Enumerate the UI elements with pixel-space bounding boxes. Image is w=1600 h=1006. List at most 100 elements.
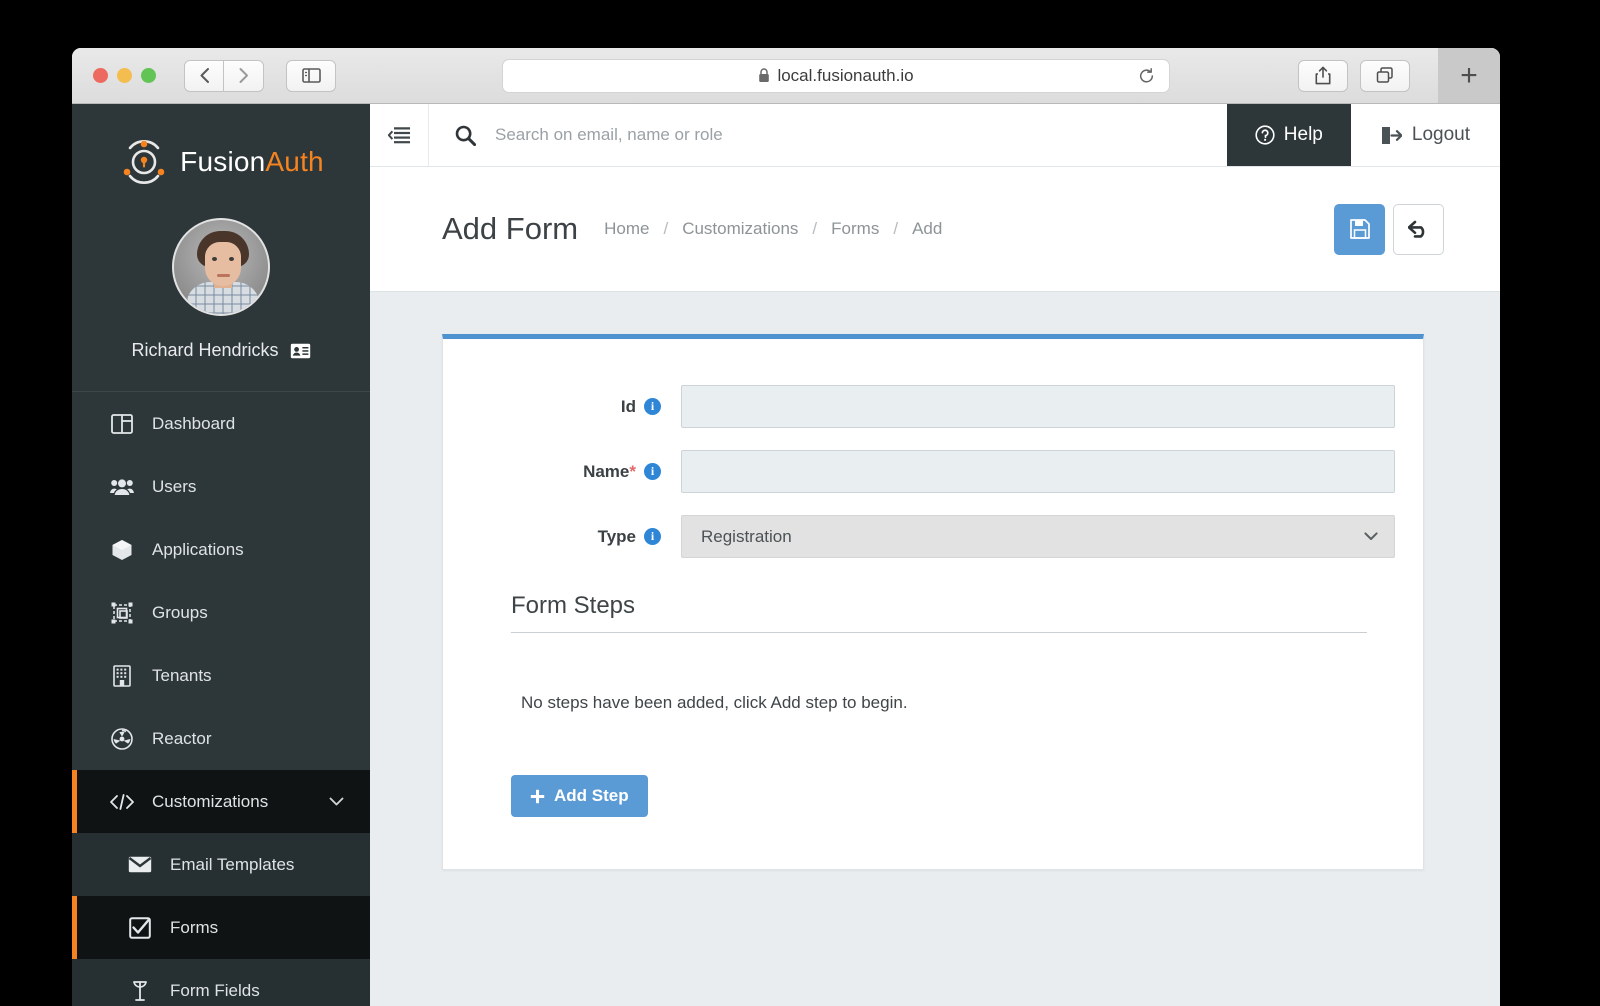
toolbar-right-buttons xyxy=(1298,59,1410,92)
form-field-icon xyxy=(127,980,153,1002)
sidebar-item-applications[interactable]: Applications xyxy=(72,518,370,581)
add-step-button[interactable]: Add Step xyxy=(511,775,648,817)
id-input[interactable] xyxy=(681,385,1395,428)
type-select[interactable]: Registration xyxy=(681,515,1395,558)
name-input[interactable] xyxy=(681,450,1395,493)
minimize-window-button[interactable] xyxy=(117,68,132,83)
sidebar-item-label: Applications xyxy=(152,539,244,559)
field-label-text: Type xyxy=(597,526,636,546)
checkbox-icon xyxy=(127,916,153,939)
breadcrumb: Home / Customizations / Forms / Add xyxy=(604,219,942,239)
sidebar-item-label: Form Fields xyxy=(170,980,260,1000)
breadcrumb-separator: / xyxy=(812,219,818,238)
top-bar: Search on email, name or role Help Logou… xyxy=(370,104,1500,167)
hamburger-icon[interactable] xyxy=(370,104,429,166)
info-icon[interactable]: i xyxy=(644,463,661,480)
breadcrumb-item-customizations[interactable]: Customizations xyxy=(682,219,798,239)
type-select-value: Registration xyxy=(701,526,792,546)
field-row-id: Id i xyxy=(443,385,1395,428)
share-icon[interactable] xyxy=(1298,59,1348,92)
search-input[interactable]: Search on email, name or role xyxy=(429,104,1227,166)
sidebar-item-forms[interactable]: Forms xyxy=(72,896,370,959)
question-circle-icon xyxy=(1255,125,1275,145)
fusionauth-mark-icon xyxy=(123,140,165,184)
help-label: Help xyxy=(1283,124,1323,145)
new-tab-button[interactable]: + xyxy=(1438,48,1500,103)
sidebar-item-label: Tenants xyxy=(152,665,212,685)
field-row-type: Type i Registration xyxy=(443,515,1395,558)
close-window-button[interactable] xyxy=(93,68,108,83)
field-label-name: Name* i xyxy=(443,462,681,482)
sidebar-item-groups[interactable]: Groups xyxy=(72,581,370,644)
chevron-down-icon xyxy=(1364,532,1378,541)
sidebar-item-customizations[interactable]: Customizations xyxy=(72,770,370,833)
save-floppy-icon xyxy=(1349,219,1370,239)
field-label-type: Type i xyxy=(443,527,681,547)
forward-button[interactable] xyxy=(224,59,264,92)
sidebar-item-label: Forms xyxy=(170,917,219,937)
breadcrumb-item-forms[interactable]: Forms xyxy=(831,219,879,239)
search-placeholder: Search on email, name or role xyxy=(495,125,723,144)
sidebar-item-users[interactable]: Users xyxy=(72,455,370,518)
main-area: Search on email, name or role Help Logou… xyxy=(370,104,1500,1006)
add-step-label: Add Step xyxy=(554,786,629,805)
breadcrumb-item-home[interactable]: Home xyxy=(604,219,649,239)
save-button[interactable] xyxy=(1334,203,1385,255)
browser-window: local.fusionauth.io + FusionAuth Richard… xyxy=(72,48,1500,1006)
avatar-wrapper xyxy=(72,218,370,316)
field-label-text: Id xyxy=(620,396,636,416)
url-text: local.fusionauth.io xyxy=(777,65,914,85)
sidebar-item-label: Dashboard xyxy=(152,413,236,433)
back-button[interactable] xyxy=(184,59,224,92)
info-icon[interactable]: i xyxy=(644,528,661,545)
page-header: Add Form Home / Customizations / Forms /… xyxy=(370,167,1500,292)
form-steps-heading: Form Steps xyxy=(511,592,1367,633)
sidebar-item-email-templates[interactable]: Email Templates xyxy=(72,833,370,896)
sidebar-item-reactor[interactable]: Reactor xyxy=(72,707,370,770)
brand-logo[interactable]: FusionAuth xyxy=(72,104,370,194)
sidebar-item-tenants[interactable]: Tenants xyxy=(72,644,370,707)
dashboard-icon xyxy=(109,413,135,434)
sidebar-item-label: Email Templates xyxy=(170,854,295,874)
sidebar-item-label: Customizations xyxy=(152,791,269,811)
reload-icon[interactable] xyxy=(1138,67,1155,84)
sidebar: FusionAuth Richard Hendricks Dashboard U… xyxy=(72,104,370,1006)
logout-icon xyxy=(1381,126,1402,145)
avatar[interactable] xyxy=(172,218,270,316)
field-row-name: Name* i xyxy=(443,450,1395,493)
form-card: Id i Name* i Type i Registration Form St… xyxy=(442,334,1424,870)
sidebar-item-form-fields[interactable]: Form Fields xyxy=(72,959,370,1006)
field-label-text: Name* xyxy=(583,461,636,481)
help-button[interactable]: Help xyxy=(1226,104,1351,166)
search-icon xyxy=(455,125,476,146)
window-controls xyxy=(93,68,156,83)
navigation-buttons xyxy=(184,59,264,92)
back-button[interactable] xyxy=(1393,203,1444,255)
user-name-row[interactable]: Richard Hendricks xyxy=(72,316,370,391)
sidebar-item-label: Reactor xyxy=(152,728,212,748)
users-icon xyxy=(109,478,135,496)
brand-auth: Auth xyxy=(265,146,324,177)
groups-icon xyxy=(109,602,135,624)
show-tabs-icon[interactable] xyxy=(1360,59,1410,92)
required-marker: * xyxy=(629,461,636,481)
page-title: Add Form xyxy=(442,211,579,246)
code-icon xyxy=(109,793,135,810)
tenants-icon xyxy=(109,664,135,687)
info-icon[interactable]: i xyxy=(644,398,661,415)
address-bar[interactable]: local.fusionauth.io xyxy=(502,58,1170,93)
maximize-window-button[interactable] xyxy=(141,68,156,83)
applications-icon xyxy=(109,539,135,561)
reactor-icon xyxy=(109,727,135,750)
chevron-down-icon[interactable] xyxy=(329,797,344,806)
id-card-icon[interactable] xyxy=(290,343,311,359)
brand-fusion: Fusion xyxy=(180,146,266,177)
lock-icon xyxy=(758,68,770,83)
field-label-id: Id i xyxy=(443,397,681,417)
envelope-icon xyxy=(127,856,153,873)
logout-button[interactable]: Logout xyxy=(1351,104,1500,166)
sidebar-item-dashboard[interactable]: Dashboard xyxy=(72,392,370,455)
sidebar-toggle-button[interactable] xyxy=(286,59,336,92)
header-actions xyxy=(1334,203,1444,255)
breadcrumb-separator: / xyxy=(663,219,669,238)
